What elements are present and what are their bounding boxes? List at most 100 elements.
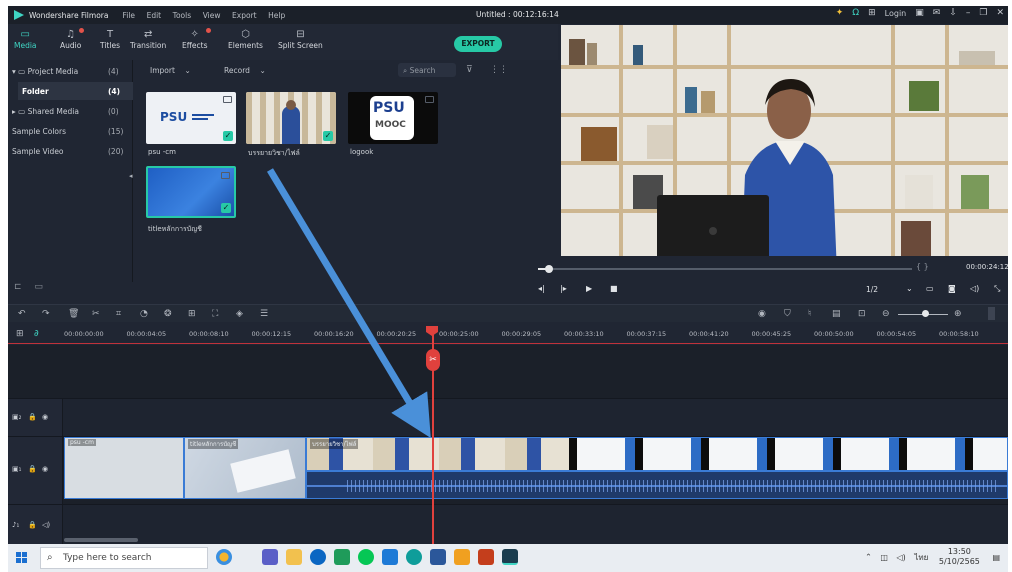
login-link[interactable]: Login xyxy=(885,9,907,18)
undo-icon[interactable]: ↶ xyxy=(18,309,26,319)
media-item-psu-cm[interactable]: PSU ✓ xyxy=(146,92,236,144)
headset-icon[interactable]: Ω xyxy=(852,8,859,18)
lightbulb-icon[interactable]: ✦ xyxy=(836,8,844,18)
teams-icon[interactable] xyxy=(262,549,278,565)
filter-icon[interactable]: ⊽ xyxy=(466,65,473,75)
media-item-logook[interactable]: PSU MOOC xyxy=(348,92,438,144)
microphone-icon[interactable]: ♮ xyxy=(808,309,811,319)
delete-icon[interactable]: 🗑 xyxy=(68,309,79,319)
add-track-icon[interactable]: ⊞ xyxy=(16,329,24,339)
play-back-icon[interactable]: |▸ xyxy=(560,284,567,293)
message-icon[interactable]: ✉ xyxy=(933,8,941,18)
powerpoint-icon[interactable] xyxy=(478,549,494,565)
news-widget-icon[interactable] xyxy=(216,549,232,565)
speaker-icon[interactable]: ◁) xyxy=(42,521,50,529)
zoom-slider-knob[interactable] xyxy=(922,310,929,317)
media-item-lecture[interactable]: ✓ xyxy=(246,92,336,144)
folder-icon[interactable]: ▭ xyxy=(34,282,43,292)
crop-icon[interactable]: ⌗ xyxy=(116,309,121,319)
voiceover-icon[interactable]: ▤ xyxy=(832,309,841,319)
fullscreen-crop-icon[interactable]: ⛶ xyxy=(212,309,218,319)
close-icon[interactable]: ✕ xyxy=(996,8,1004,18)
menu-export[interactable]: Export xyxy=(232,11,257,20)
fullscreen-icon[interactable]: ⤡ xyxy=(994,284,1000,294)
preview-progress-knob[interactable] xyxy=(545,265,554,273)
new-folder-icon[interactable]: ⊏ xyxy=(14,282,22,292)
tab-effects[interactable]: ✧ Effects xyxy=(182,28,211,50)
playback-quality-select[interactable]: 1/2 xyxy=(866,285,878,294)
record-dropdown[interactable]: Record ⌄ xyxy=(224,66,266,75)
library-project-media[interactable]: ▾ ▭ Project Media (4) xyxy=(8,62,133,80)
chevron-down-icon[interactable]: ⌄ xyxy=(906,284,913,293)
edge-icon[interactable] xyxy=(406,549,422,565)
save-icon[interactable]: ▣ xyxy=(915,8,924,18)
grid-view-icon[interactable]: ⋮⋮ xyxy=(490,65,508,75)
library-sample-colors[interactable]: Sample Colors (15) xyxy=(8,122,133,140)
redo-icon[interactable]: ↷ xyxy=(42,309,50,319)
eye-icon[interactable]: ◉ xyxy=(42,413,48,421)
menu-edit[interactable]: Edit xyxy=(147,11,162,20)
cut-icon[interactable]: ✂ xyxy=(92,309,100,319)
tab-titles[interactable]: T Titles xyxy=(100,28,120,50)
export-button[interactable]: EXPORT xyxy=(454,36,502,52)
preview-player[interactable] xyxy=(561,25,1008,273)
taskbar-search-input[interactable]: ⌕ Type here to search xyxy=(40,547,208,569)
keyframe-icon[interactable]: ◈ xyxy=(236,309,243,319)
snapshot-icon[interactable]: ⊡ xyxy=(858,309,866,319)
volume-icon[interactable]: ◁) xyxy=(970,284,979,293)
audio-mix-icon[interactable]: ⊞ xyxy=(188,309,196,319)
library-shared-media[interactable]: ▸ ▭ Shared Media (0) xyxy=(8,102,133,120)
timeline-clip-title[interactable]: titleหลักการบัญชี xyxy=(184,437,306,499)
speed-icon[interactable]: ◔ xyxy=(140,309,148,319)
color-icon[interactable]: ❂ xyxy=(164,309,172,319)
adjust-icon[interactable]: ☰ xyxy=(260,309,268,319)
tab-elements[interactable]: ⬡ Elements xyxy=(228,28,263,50)
zoom-in-icon[interactable]: ⊕ xyxy=(954,309,962,319)
zoom-out-icon[interactable]: ⊖ xyxy=(882,309,890,319)
download-icon[interactable]: ⇩ xyxy=(949,8,957,18)
word-icon[interactable] xyxy=(430,549,446,565)
tab-transition[interactable]: ⇄ Transition xyxy=(130,28,166,50)
library-folder[interactable]: Folder (4) xyxy=(18,82,133,100)
file-explorer-icon[interactable] xyxy=(286,549,302,565)
eye-icon[interactable]: ◉ xyxy=(42,465,48,473)
preview-progress-track[interactable] xyxy=(538,265,912,273)
app-icon[interactable] xyxy=(382,549,398,565)
timeline-scrollbar[interactable] xyxy=(64,538,138,542)
collapse-panel-icon[interactable]: ◂ xyxy=(129,172,133,180)
chevron-up-icon[interactable]: ⌃ xyxy=(865,553,872,562)
stop-icon[interactable]: ■ xyxy=(610,284,618,293)
media-item-title[interactable]: ✓ xyxy=(146,166,236,218)
notification-icon[interactable]: ▤ xyxy=(992,553,1000,562)
windows-start-icon[interactable] xyxy=(16,552,28,564)
menu-tools[interactable]: Tools xyxy=(173,11,191,20)
timeline-ruler[interactable]: ⊞ ∂ 00:00:00:00 00:00:04:05 00:00:08:10 00:… xyxy=(8,324,1008,344)
render-icon[interactable]: ◉ xyxy=(758,309,766,319)
media-search-input[interactable]: ⌕ Search xyxy=(398,63,456,77)
tab-audio[interactable]: ♫ Audio xyxy=(60,28,85,50)
app-icon[interactable] xyxy=(454,549,470,565)
network-icon[interactable]: ◫ xyxy=(880,553,888,562)
display-icon[interactable]: ▭ xyxy=(926,284,934,293)
gift-icon[interactable]: ⊞ xyxy=(868,8,876,18)
restore-icon[interactable]: ❐ xyxy=(979,8,987,18)
timeline-clip-lecture[interactable]: บรรยายวิชา/ไฟล์ xyxy=(306,437,1008,471)
menu-help[interactable]: Help xyxy=(268,11,285,20)
lock-icon[interactable]: 🔒 xyxy=(28,465,37,473)
line-icon[interactable] xyxy=(358,549,374,565)
play-icon[interactable]: ▶ xyxy=(586,284,592,293)
menu-view[interactable]: View xyxy=(203,11,221,20)
app-icon[interactable] xyxy=(310,549,326,565)
marker-icon[interactable]: ⛉ xyxy=(784,309,791,319)
tab-media[interactable]: ▭ Media xyxy=(14,28,37,50)
app-icon[interactable] xyxy=(334,549,350,565)
import-dropdown[interactable]: Import ⌄ xyxy=(150,66,191,75)
menu-file[interactable]: File xyxy=(122,11,135,20)
library-sample-video[interactable]: Sample Video (20) xyxy=(8,142,133,160)
tab-split-screen[interactable]: ⊟ Split Screen xyxy=(278,28,323,50)
volume-icon[interactable]: ◁) xyxy=(897,553,906,562)
lock-icon[interactable]: 🔒 xyxy=(28,413,37,421)
minimize-icon[interactable]: – xyxy=(966,8,971,18)
panel-toggle-icon[interactable] xyxy=(988,307,995,320)
language-indicator[interactable]: ไทย xyxy=(914,553,928,562)
